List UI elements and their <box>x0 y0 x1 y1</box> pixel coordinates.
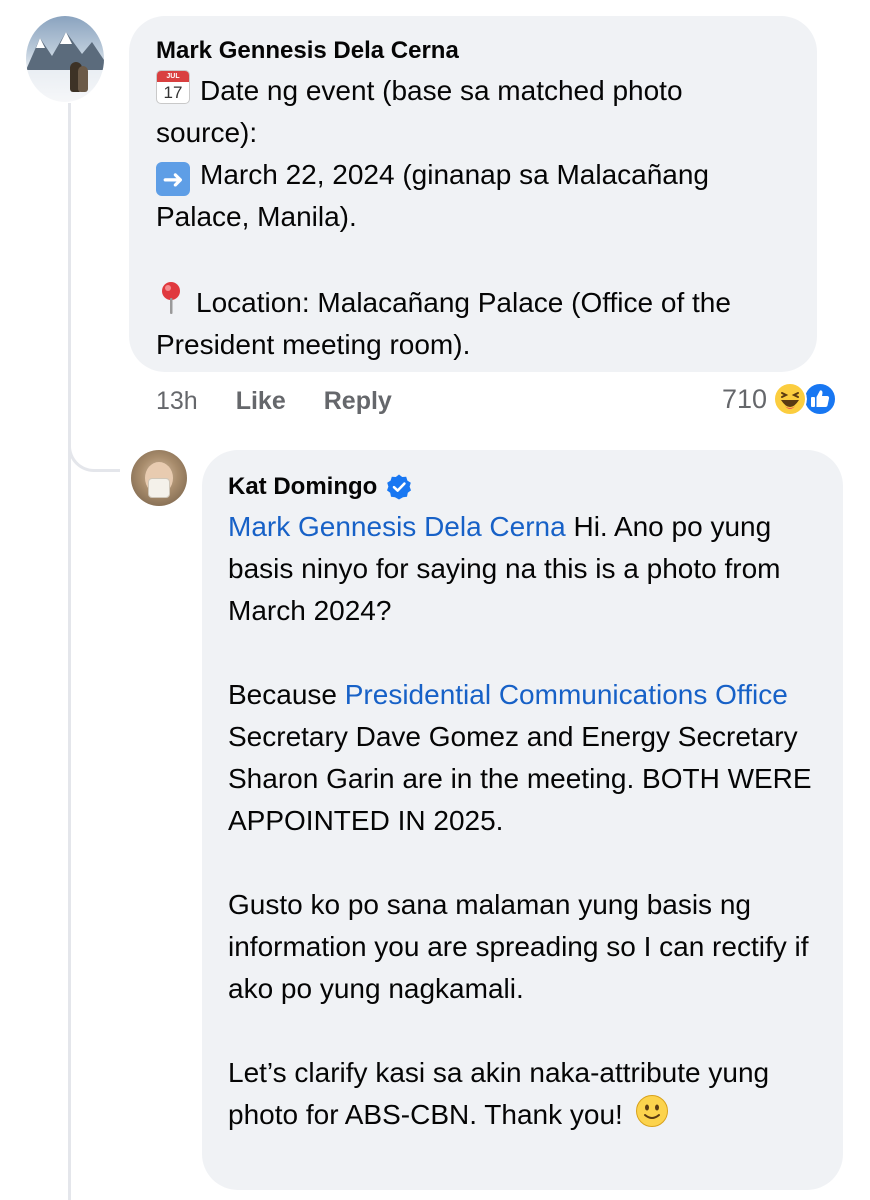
mention-link[interactable]: Presidential Communications Office <box>345 679 788 710</box>
calendar-icon: JUL 17 <box>156 70 190 104</box>
reply-author[interactable]: Kat Domingo <box>228 472 817 502</box>
mention-link[interactable]: Mark Gennesis Dela Cerna <box>228 511 566 542</box>
haha-icon <box>773 382 808 416</box>
comment-actions: 13h Like Reply <box>156 383 430 419</box>
smile-icon <box>635 1095 668 1127</box>
reply-text: Mark Gennesis Dela Cerna Hi. Ano po yung… <box>228 506 817 1136</box>
reply-bubble: Kat Domingo Mark Gennesis Dela Cerna Hi.… <box>202 450 843 1190</box>
author-name[interactable]: Kat Domingo <box>228 472 377 502</box>
thread-branch-line <box>68 420 120 472</box>
right-arrow-icon: ➜ <box>156 162 190 196</box>
comment-line-date: Date ng event (base sa matched photo sou… <box>156 75 683 148</box>
comment-time[interactable]: 13h <box>156 387 198 416</box>
reply-button[interactable]: Reply <box>324 387 392 416</box>
cup-photo <box>148 478 170 498</box>
comment-text: JUL 17 Date ng event (base sa matched ph… <box>156 70 791 366</box>
reaction-count[interactable]: 710 <box>722 384 767 415</box>
person-figure <box>78 66 88 92</box>
reply-text-segment: Because <box>228 679 345 710</box>
comment-line-event: March 22, 2024 (ginanap sa Malacañang Pa… <box>156 159 710 232</box>
like-button[interactable]: Like <box>236 387 286 416</box>
reply-text-segment: Gusto ko po sana malaman yung basis ng i… <box>228 889 809 1004</box>
mountain-photo <box>26 32 104 70</box>
comment-thread: Mark Gennesis Dela Cerna JUL 17 Date ng … <box>0 0 870 1200</box>
reply-text-segment: Let’s clarify kasi sa akin naka-attribut… <box>228 1057 770 1130</box>
pin-icon <box>162 282 180 314</box>
comment-line-location: Location: Malacañang Palace (Office of t… <box>156 287 731 360</box>
reaction-summary[interactable]: 710 <box>722 378 838 420</box>
avatar[interactable] <box>131 450 187 506</box>
author-name[interactable]: Mark Gennesis Dela Cerna <box>156 36 459 66</box>
thread-line <box>68 103 71 1200</box>
verified-badge-icon <box>387 474 412 500</box>
avatar[interactable] <box>26 16 104 102</box>
like-icon <box>803 382 838 416</box>
comment-bubble: Mark Gennesis Dela Cerna JUL 17 Date ng … <box>129 16 817 372</box>
comment-author[interactable]: Mark Gennesis Dela Cerna <box>156 36 791 66</box>
reply-text-segment: Secretary Dave Gomez and Energy Secretar… <box>228 721 812 836</box>
